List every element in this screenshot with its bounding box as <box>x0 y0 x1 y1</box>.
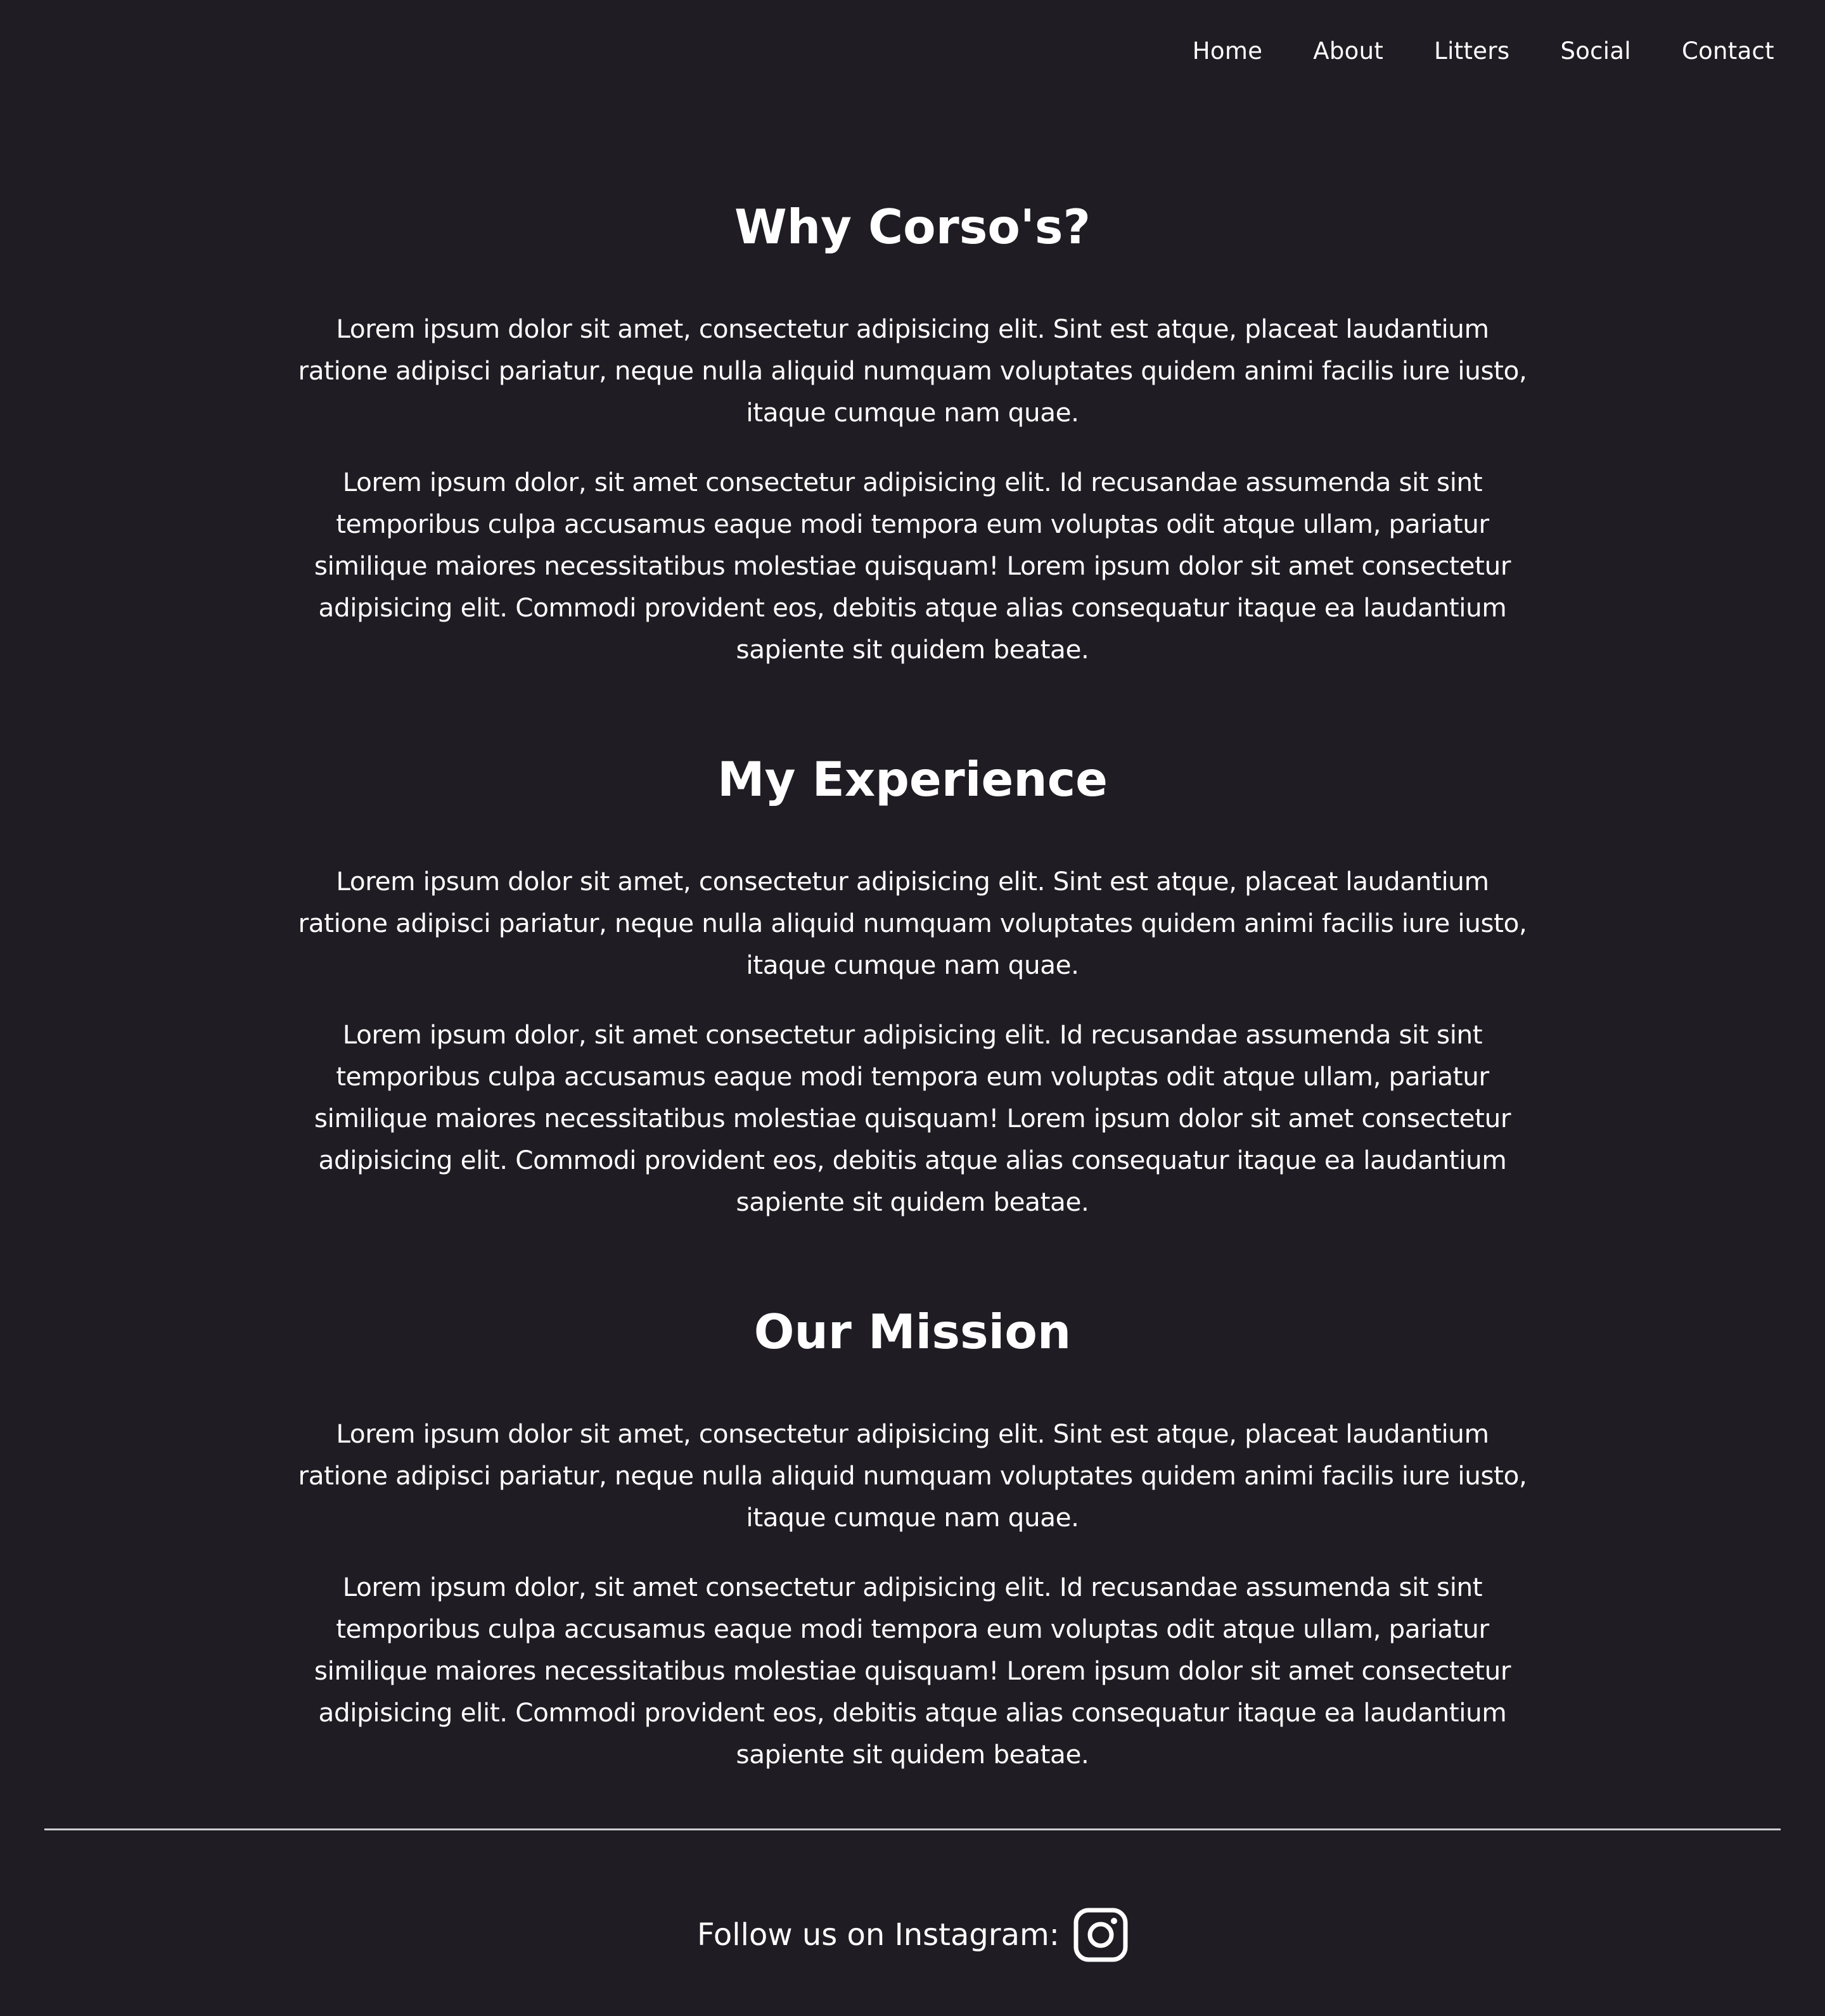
section-paragraph: Lorem ipsum dolor, sit amet consectetur … <box>314 1019 1511 1217</box>
instagram-link[interactable] <box>1073 1908 1128 1962</box>
main-content: Why Corso's? Lorem ipsum dolor sit amet,… <box>298 190 1527 1847</box>
section-why-corsos: Why Corso's? Lorem ipsum dolor sit amet,… <box>298 190 1527 670</box>
footer-divider <box>44 1828 1781 1830</box>
top-nav: Home About Litters Social Contact <box>1193 35 1774 67</box>
footer: Follow us on Instagram: <box>0 1906 1825 1964</box>
nav-link-home[interactable]: Home <box>1193 35 1262 67</box>
section-title: Why Corso's? <box>734 199 1091 255</box>
section-paragraph: Lorem ipsum dolor, sit amet consectetur … <box>314 467 1511 665</box>
section-paragraph: Lorem ipsum dolor sit amet, consectetur … <box>298 1419 1527 1533</box>
section-paragraph: Lorem ipsum dolor sit amet, consectetur … <box>298 314 1527 428</box>
section-title: Our Mission <box>753 1304 1072 1360</box>
nav-link-social[interactable]: Social <box>1560 35 1631 67</box>
section-paragraph: Lorem ipsum dolor, sit amet consectetur … <box>314 1572 1511 1770</box>
nav-link-contact[interactable]: Contact <box>1682 35 1774 67</box>
section-my-experience: My Experience Lorem ipsum dolor sit amet… <box>298 743 1527 1223</box>
instagram-icon[interactable] <box>1073 1908 1128 1962</box>
nav-link-litters[interactable]: Litters <box>1434 35 1509 67</box>
section-our-mission: Our Mission Lorem ipsum dolor sit amet, … <box>298 1295 1527 1775</box>
section-title: My Experience <box>717 751 1108 807</box>
section-paragraph: Lorem ipsum dolor sit amet, consectetur … <box>298 866 1527 980</box>
nav-link-about[interactable]: About <box>1313 35 1383 67</box>
footer-instagram-text: Follow us on Instagram: <box>697 1917 1060 1953</box>
